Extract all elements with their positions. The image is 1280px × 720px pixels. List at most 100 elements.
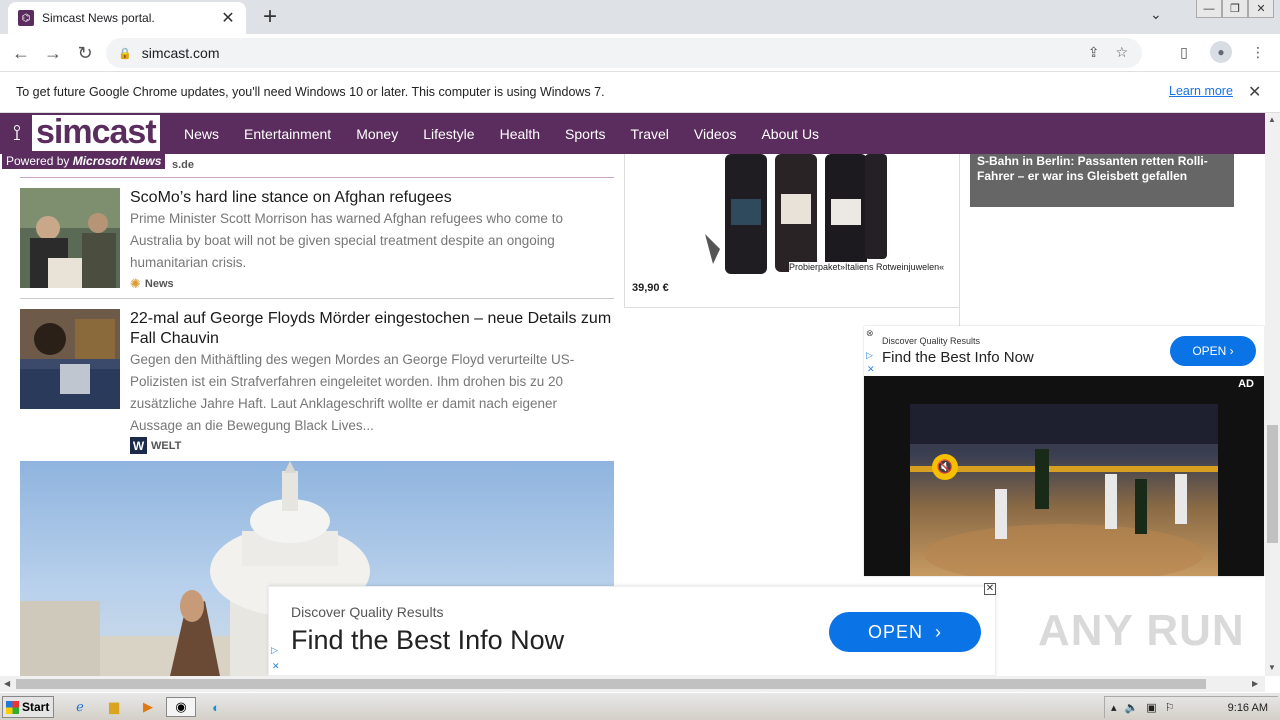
adchoices-icon[interactable]: ▷ — [271, 645, 278, 656]
profile-avatar-icon[interactable]: ● — [1210, 41, 1232, 63]
news-source-logo-icon: ✺ — [130, 276, 141, 291]
banner-close-icon[interactable]: ✕ — [984, 583, 996, 595]
share-icon[interactable]: ⇪ — [1088, 44, 1100, 61]
article-title[interactable]: ScoMo’s hard line stance on Afghan refug… — [130, 188, 614, 208]
network-icon[interactable]: ▣ — [1146, 701, 1156, 714]
article-card[interactable]: ScoMo’s hard line stance on Afghan refug… — [20, 188, 614, 294]
ad-dismiss-icon[interactable]: ✕ — [867, 364, 875, 375]
window-close-icon[interactable]: ✕ — [1248, 0, 1274, 18]
basketball-video-frame — [910, 404, 1218, 584]
ad-video-player[interactable]: AD 🔇 — [864, 376, 1264, 584]
nav-money[interactable]: Money — [356, 126, 398, 142]
back-arrow-icon[interactable]: ← — [8, 40, 34, 66]
article-source-label: News — [144, 278, 174, 290]
update-infobar: To get future Google Chrome updates, you… — [0, 72, 1280, 113]
right-news-card[interactable]: S-Bahn in Berlin: Passanten retten Rolli… — [970, 154, 1234, 207]
banner-dismiss-icon[interactable]: ✕ — [272, 661, 280, 672]
tray-expand-icon[interactable]: ▴ — [1111, 701, 1117, 714]
tab-close-icon[interactable]: ✕ — [220, 8, 236, 28]
action-center-flag-icon[interactable]: ⚐ — [1165, 701, 1175, 714]
infobar-close-icon[interactable]: ✕ — [1248, 82, 1261, 102]
previous-article-source: s.de — [172, 159, 195, 171]
nav-news[interactable]: News — [184, 126, 219, 142]
restore-icon[interactable]: ❐ — [1222, 0, 1248, 18]
nav-health[interactable]: Health — [500, 126, 540, 142]
clock[interactable]: 9:16 AM — [1228, 702, 1268, 714]
muted-speaker-icon[interactable]: 🔇 — [932, 454, 958, 480]
article-title[interactable]: 22-mal auf George Floyds Mörder eingesto… — [130, 309, 614, 349]
article-card[interactable]: 22-mal auf George Floyds Mörder eingesto… — [20, 309, 614, 459]
article-source: W WELT — [130, 437, 181, 454]
article-divider — [20, 298, 614, 299]
browser-tab[interactable]: ⌬ Simcast News portal. ✕ — [8, 2, 246, 34]
news-card-headline[interactable]: S-Bahn in Berlin: Passanten retten Rolli… — [977, 154, 1227, 184]
media-player-icon[interactable]: ▶ — [136, 697, 160, 717]
product-name: Probierpaket»Italiens Rotweinjuwelen« — [789, 262, 945, 272]
site-favicon-icon: ⌬ — [18, 10, 34, 26]
article-thumbnail[interactable] — [20, 309, 120, 409]
horizontal-scrollbar[interactable]: ◀ ▶ — [0, 676, 1265, 692]
lock-icon[interactable]: 🔒 — [118, 47, 132, 60]
start-button[interactable]: Start — [2, 696, 54, 718]
volume-icon[interactable]: 🔈 — [1125, 701, 1139, 714]
nav-entertainment[interactable]: Entertainment — [244, 126, 331, 142]
article-source-label: WELT — [151, 439, 182, 452]
browser-toolbar: ← → ↻ 🔒 simcast.com ⇪ ☆ ▯ ● ⋮ — [0, 34, 1280, 72]
scroll-down-arrow-icon[interactable]: ▼ — [1268, 663, 1276, 672]
bookmark-star-icon[interactable]: ☆ — [1115, 44, 1128, 61]
ad-close-icon[interactable]: ⊗ — [866, 328, 874, 339]
nav-about-us[interactable]: About Us — [761, 126, 819, 142]
article-description: Gegen den Mithäftling des wegen Mordes a… — [130, 352, 575, 433]
article-description: Prime Minister Scott Morrison has warned… — [130, 211, 563, 270]
nav-videos[interactable]: Videos — [694, 126, 737, 142]
ad-headline[interactable]: Find the Best Info Now — [882, 349, 1034, 366]
nav-sports[interactable]: Sports — [565, 126, 605, 142]
banner-headline[interactable]: Find the Best Info Now — [291, 625, 564, 656]
product-ad[interactable]: Probierpaket»Italiens Rotweinjuwelen« 39… — [624, 154, 960, 308]
scroll-up-arrow-icon[interactable]: ▲ — [1268, 115, 1276, 124]
article-source: ✺ News — [130, 276, 174, 292]
banner-tagline: Discover Quality Results — [291, 604, 444, 620]
powered-by-label: Powered by Microsoft News — [2, 153, 166, 169]
nav-lifestyle[interactable]: Lifestyle — [423, 126, 474, 142]
scroll-left-arrow-icon[interactable]: ◀ — [4, 679, 10, 688]
new-tab-plus-icon[interactable]: + — [258, 3, 282, 31]
window-controls: — ❐ ✕ — [1196, 0, 1274, 18]
video-ad[interactable]: ⊗ ▷ ✕ Discover Quality Results Find the … — [864, 326, 1264, 584]
banner-open-button[interactable]: OPEN › — [829, 612, 981, 652]
ad-label: AD — [1238, 378, 1254, 390]
ad-open-button[interactable]: OPEN › — [1170, 336, 1256, 366]
minimize-icon[interactable]: — — [1196, 0, 1222, 18]
site-nav-bar: ⟟ simcast Powered by Microsoft News News… — [0, 113, 1265, 169]
wine-bottles-image — [705, 154, 887, 274]
horizontal-scroll-thumb[interactable] — [16, 679, 1206, 689]
edge-icon[interactable]: ◐ — [204, 697, 228, 717]
broadcast-tower-icon: ⟟ — [12, 120, 22, 145]
tab-strip: ⌬ Simcast News portal. ✕ + ⌄ — ❐ ✕ — [0, 0, 1280, 34]
forward-arrow-icon[interactable]: → — [40, 40, 66, 66]
vertical-scrollbar[interactable]: ▲ ▼ — [1265, 113, 1280, 676]
article-thumbnail[interactable] — [20, 188, 120, 288]
side-panel-icon[interactable]: ▯ — [1172, 40, 1196, 64]
learn-more-link[interactable]: Learn more — [1169, 84, 1233, 98]
tab-search-chevron-icon[interactable]: ⌄ — [1150, 6, 1162, 23]
vertical-scroll-thumb[interactable] — [1267, 425, 1278, 543]
welt-logo-icon: W — [130, 437, 147, 454]
product-price: 39,90 € — [632, 282, 669, 294]
ie-icon[interactable]: ℯ — [68, 697, 92, 717]
scroll-right-arrow-icon[interactable]: ▶ — [1252, 679, 1258, 688]
folder-icon[interactable]: ▆ — [102, 697, 126, 717]
anyrun-watermark: ANY RUN — [1038, 606, 1245, 655]
system-tray: ▴ 🔈 ▣ ⚐ 9:16 AM — [1104, 696, 1278, 718]
adchoices-icon[interactable]: ▷ — [866, 350, 873, 361]
bottom-banner-ad[interactable]: Discover Quality Results Find the Best I… — [268, 586, 996, 676]
url-text: simcast.com — [141, 45, 220, 61]
chrome-icon[interactable]: ◉ — [166, 697, 196, 717]
address-bar[interactable]: 🔒 simcast.com ⇪ ☆ — [106, 38, 1142, 68]
reload-icon[interactable]: ↻ — [72, 40, 98, 66]
main-nav: News Entertainment Money Lifestyle Healt… — [184, 113, 844, 154]
kebab-menu-icon[interactable]: ⋮ — [1246, 40, 1270, 64]
simcast-logo[interactable]: ⟟ simcast Powered by Microsoft News — [2, 114, 174, 169]
nav-travel[interactable]: Travel — [631, 126, 669, 142]
video-ad-header[interactable]: ⊗ ▷ ✕ Discover Quality Results Find the … — [864, 326, 1264, 376]
